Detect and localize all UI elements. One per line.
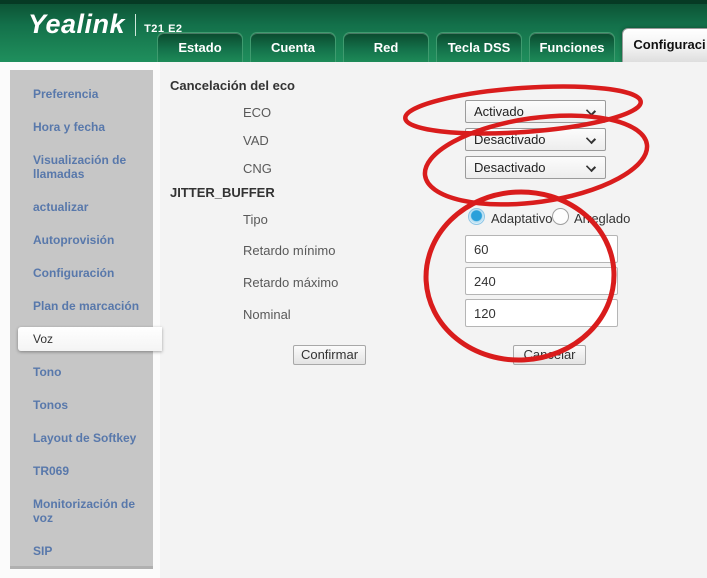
sidebar-item-visualizacion-de-llamadas[interactable]: Visualización de llamadas xyxy=(10,153,153,181)
vad-label: VAD xyxy=(243,133,269,148)
tab-red[interactable]: Red xyxy=(343,32,429,62)
sidebar-item-plan-de-marcacion[interactable]: Plan de marcación xyxy=(10,299,153,313)
brand-divider xyxy=(135,14,136,36)
eco-label: ECO xyxy=(243,105,271,120)
adaptativo-radio-label: Adaptativo xyxy=(491,211,552,226)
arreglado-radio[interactable] xyxy=(552,208,569,225)
sidebar-item-voz[interactable]: Voz xyxy=(18,327,162,351)
vad-select[interactable]: Desactivado xyxy=(465,128,606,151)
chevron-down-icon xyxy=(586,162,596,172)
tab-estado[interactable]: Estado xyxy=(157,32,243,62)
tab-cuenta[interactable]: Cuenta xyxy=(250,32,336,62)
sidebar-item-preferencia[interactable]: Preferencia xyxy=(10,87,153,101)
sidebar-item-tonos[interactable]: Tonos xyxy=(10,398,153,412)
sidebar-item-sip[interactable]: SIP xyxy=(10,544,153,558)
nominal-input[interactable] xyxy=(465,299,618,327)
confirm-button[interactable]: Confirmar xyxy=(293,345,366,365)
jitter-buffer-section-title: JITTER_BUFFER xyxy=(170,185,275,200)
tab-bar: Estado Cuenta Red Tecla DSS Funciones Co… xyxy=(157,0,707,62)
cng-select-value: Desactivado xyxy=(474,160,546,175)
retardo-minimo-label: Retardo mínimo xyxy=(243,243,335,258)
tipo-label: Tipo xyxy=(243,212,268,227)
echo-cancellation-section-title: Cancelación del eco xyxy=(170,78,295,93)
retardo-minimo-input[interactable] xyxy=(465,235,618,263)
adaptativo-radio[interactable] xyxy=(468,208,485,225)
cng-select[interactable]: Desactivado xyxy=(465,156,606,179)
eco-select-value: Activado xyxy=(474,104,524,119)
sidebar-item-tono[interactable]: Tono xyxy=(10,365,153,379)
sidebar-item-configuracion[interactable]: Configuración xyxy=(10,266,153,280)
sidebar-nav: Preferencia Hora y fecha Visualización d… xyxy=(10,70,153,569)
voice-settings-panel: Cancelación del eco ECO Activado VAD Des… xyxy=(160,62,707,578)
arreglado-radio-label: Arreglado xyxy=(574,211,630,226)
tab-tecla-dss[interactable]: Tecla DSS xyxy=(436,32,522,62)
sidebar-item-monitorizacion-de-voz[interactable]: Monitorización de voz xyxy=(10,497,153,525)
brand-name: Yealink xyxy=(28,9,125,39)
sidebar-item-layout-de-softkey[interactable]: Layout de Softkey xyxy=(10,431,153,445)
header-bar: Yealink T21 E2 Estado Cuenta Red Tecla D… xyxy=(0,0,707,62)
chevron-down-icon xyxy=(586,106,596,116)
retardo-maximo-input[interactable] xyxy=(465,267,618,295)
sidebar-item-autoprovision[interactable]: Autoprovisión xyxy=(10,233,153,247)
tab-funciones[interactable]: Funciones xyxy=(529,32,615,62)
nominal-label: Nominal xyxy=(243,307,291,322)
vad-select-value: Desactivado xyxy=(474,132,546,147)
cancel-button[interactable]: Cancelar xyxy=(513,345,586,365)
cng-label: CNG xyxy=(243,161,272,176)
eco-select[interactable]: Activado xyxy=(465,100,606,123)
tab-configuracion[interactable]: Configuraci xyxy=(622,28,707,62)
sidebar-item-tr069[interactable]: TR069 xyxy=(10,464,153,478)
retardo-maximo-label: Retardo máximo xyxy=(243,275,338,290)
sidebar-item-actualizar[interactable]: actualizar xyxy=(10,200,153,214)
chevron-down-icon xyxy=(586,134,596,144)
sidebar-item-hora-y-fecha[interactable]: Hora y fecha xyxy=(10,120,153,134)
